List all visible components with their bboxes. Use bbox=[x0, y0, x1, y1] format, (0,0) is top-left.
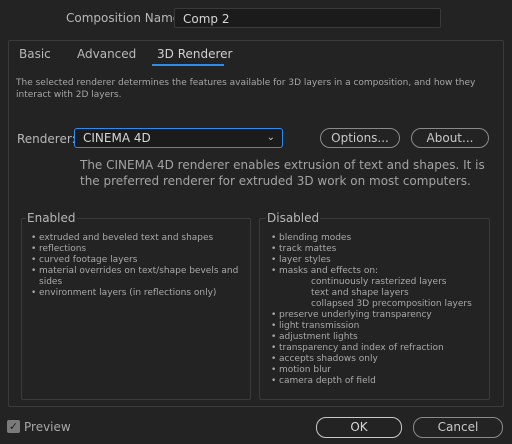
list-item: light transmission bbox=[271, 321, 485, 332]
renderer-info-text: The CINEMA 4D renderer enables extrusion… bbox=[80, 158, 485, 188]
composition-name-input[interactable]: Comp 2 bbox=[174, 8, 441, 28]
tab-advanced[interactable]: Advanced bbox=[77, 47, 136, 61]
about-button[interactable]: About... bbox=[411, 128, 489, 148]
list-item: reflections bbox=[31, 244, 243, 255]
renderer-description: The selected renderer determines the fea… bbox=[16, 78, 476, 100]
preview-checkbox[interactable]: ✓ bbox=[7, 420, 20, 433]
list-item: curved footage layers bbox=[31, 255, 243, 266]
list-item: layer styles bbox=[271, 255, 485, 266]
list-sub-item: continuously rasterized layers bbox=[311, 277, 447, 287]
chevron-down-icon: ⌄ bbox=[266, 132, 275, 143]
active-tab-indicator bbox=[152, 64, 224, 66]
list-sub-item: collapsed 3D precomposition layers bbox=[311, 299, 472, 309]
cancel-button[interactable]: Cancel bbox=[413, 417, 503, 438]
tab-3d-renderer[interactable]: 3D Renderer bbox=[157, 47, 232, 61]
enabled-list: extruded and beveled text and shapes ref… bbox=[31, 233, 243, 299]
list-item: blending modes bbox=[271, 233, 485, 244]
list-item: motion blur bbox=[271, 365, 485, 376]
list-item: preserve underlying transparency bbox=[271, 310, 485, 321]
list-item: accepts shadows only bbox=[271, 354, 485, 365]
list-item: material overrides on text/shape bevels … bbox=[31, 266, 243, 288]
list-item: environment layers (in reflections only) bbox=[31, 288, 243, 299]
ok-button[interactable]: OK bbox=[316, 417, 402, 438]
renderer-label: Renderer: bbox=[17, 132, 76, 146]
preview-label: Preview bbox=[24, 420, 71, 434]
renderer-selected-value: CINEMA 4D bbox=[83, 131, 151, 145]
list-item: masks and effects on: bbox=[271, 266, 485, 277]
enabled-title: Enabled bbox=[26, 211, 77, 225]
list-item: camera depth of field bbox=[271, 376, 485, 387]
renderer-select[interactable]: CINEMA 4D ⌄ bbox=[74, 128, 283, 148]
list-item: adjustment lights bbox=[271, 332, 485, 343]
options-button[interactable]: Options... bbox=[320, 128, 400, 148]
disabled-title: Disabled bbox=[266, 211, 321, 225]
tab-basic[interactable]: Basic bbox=[19, 47, 51, 61]
disabled-list: blending modes track mattes layer styles… bbox=[271, 233, 485, 387]
list-sub-item: text and shape layers bbox=[311, 288, 409, 298]
list-item: track mattes bbox=[271, 244, 485, 255]
list-item: transparency and index of refraction bbox=[271, 343, 485, 354]
composition-name-label: Composition Name: bbox=[66, 11, 185, 25]
list-item: extruded and beveled text and shapes bbox=[31, 233, 243, 244]
